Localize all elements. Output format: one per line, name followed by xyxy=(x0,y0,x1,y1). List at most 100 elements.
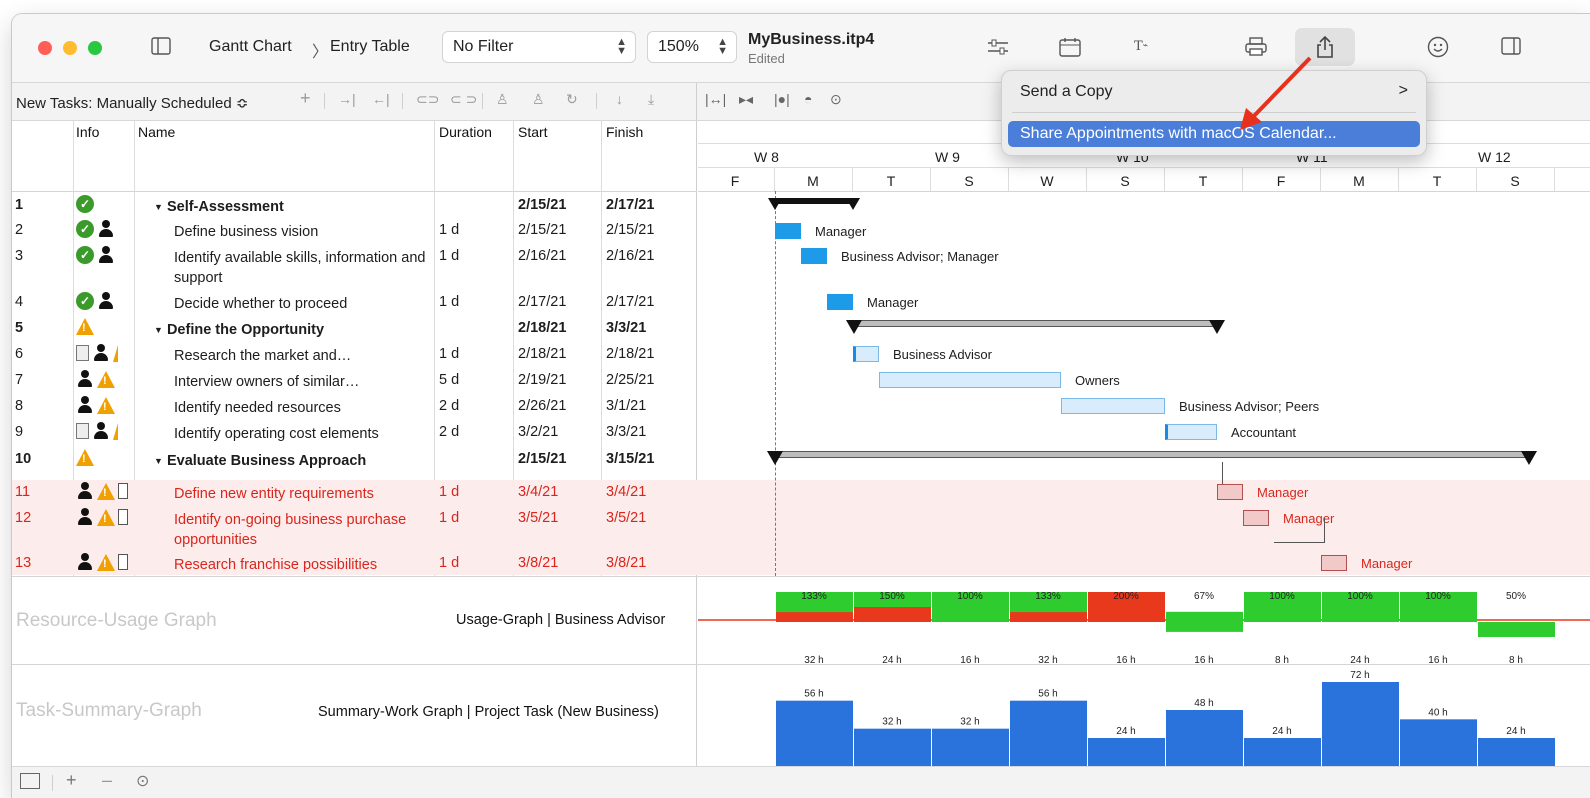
critical-task-bar[interactable] xyxy=(1321,555,1347,571)
unlink-icon[interactable]: ⊂ ⊃ xyxy=(450,91,477,108)
usage-hours-label: 16 h xyxy=(1116,655,1135,664)
person-icon xyxy=(76,553,94,571)
breadcrumb-table[interactable]: Entry Table xyxy=(330,38,410,56)
info-icons: ✓ xyxy=(76,220,115,238)
task-duration: 2 d xyxy=(439,398,460,414)
table-header: Info Name Duration Start Finish xyxy=(12,121,696,192)
fit-width-icon[interactable]: |↔| xyxy=(705,91,726,107)
column-header-duration[interactable]: Duration xyxy=(439,124,492,140)
move-down-icon[interactable]: ↓ xyxy=(616,91,623,107)
task-summary-graph-label: Task-Summary-Graph xyxy=(16,700,202,721)
calendar-icon[interactable] xyxy=(1058,36,1082,58)
usage-graph-title[interactable]: Usage-Graph | Business Advisor xyxy=(456,612,665,628)
pane-divider[interactable] xyxy=(696,121,697,766)
task-start: 2/18/21 xyxy=(518,346,567,362)
add-icon[interactable]: + xyxy=(66,770,77,791)
menu-item-share-calendar[interactable]: Share Appointments with macOS Calendar..… xyxy=(1008,121,1420,147)
shrink-icon[interactable]: ▸◂ xyxy=(739,91,753,108)
summary-bar[interactable] xyxy=(853,320,1217,327)
usage-percent-label: 50% xyxy=(1506,591,1526,602)
task-duration: 5 d xyxy=(439,372,460,388)
more-options-icon[interactable]: ⊙ xyxy=(136,771,149,791)
menu-item-send-copy[interactable]: Send a Copy xyxy=(1020,83,1113,101)
task-name: ▼ Evaluate Business Approach xyxy=(154,453,367,469)
task-start: 2/16/21 xyxy=(518,248,567,264)
center-today-icon[interactable]: |●| xyxy=(774,91,790,107)
day-label: S xyxy=(1510,173,1520,189)
outdent-icon[interactable]: ←| xyxy=(372,91,390,107)
summary-hours-label: 56 h xyxy=(804,689,823,700)
chevron-right-icon: > xyxy=(1398,82,1408,99)
remove-icon[interactable]: – xyxy=(102,770,112,791)
column-header-start[interactable]: Start xyxy=(518,124,548,140)
summary-hours-label: 24 h xyxy=(1272,726,1291,737)
resource-label: Owners xyxy=(1075,373,1120,388)
summary-graph-title[interactable]: Summary-Work Graph | Project Task (New B… xyxy=(318,704,659,720)
reschedule-icon[interactable]: ↻ xyxy=(566,91,578,108)
layout-toggle-icon[interactable] xyxy=(20,773,40,789)
task-name: Define business vision xyxy=(174,224,319,240)
task-bar[interactable] xyxy=(801,248,827,264)
inspector-panel-icon[interactable] xyxy=(1500,36,1522,56)
task-bar[interactable] xyxy=(827,294,853,310)
minimize-window-button[interactable] xyxy=(63,41,77,55)
day-label: T xyxy=(1198,173,1208,189)
link-icon[interactable]: ⊂⊃ xyxy=(416,91,439,108)
new-tasks-mode-select[interactable]: New Tasks: Manually Scheduled ≎ xyxy=(16,94,248,112)
critical-task-bar[interactable] xyxy=(1217,484,1243,500)
sidebar-toggle-icon[interactable] xyxy=(150,36,172,56)
document-title: MyBusiness.itp4 xyxy=(748,31,875,48)
text-style-icon[interactable]: T ⌁ xyxy=(1128,34,1154,58)
assign-resource-icon[interactable]: ♙ xyxy=(496,91,509,108)
summary-hours-label: 72 h xyxy=(1350,670,1369,681)
add-task-icon[interactable]: + xyxy=(300,88,311,109)
task-bar[interactable] xyxy=(853,346,879,362)
close-window-button[interactable] xyxy=(38,41,52,55)
critical-task-bar[interactable] xyxy=(1243,510,1269,526)
person-icon xyxy=(92,422,110,440)
task-finish: 3/3/21 xyxy=(606,320,647,336)
summary-bar[interactable] xyxy=(775,451,1529,458)
task-bar[interactable] xyxy=(1061,398,1165,414)
usage-bar-overallocated xyxy=(776,612,853,622)
more-options-icon[interactable]: ⊙ xyxy=(830,91,842,108)
inspector-sliders-icon[interactable] xyxy=(986,36,1010,58)
warning-icon: ! xyxy=(97,508,115,526)
warning-icon: ! xyxy=(97,370,115,388)
indent-icon[interactable]: →| xyxy=(338,91,356,107)
calendar-doc-icon xyxy=(118,483,128,499)
task-summary-chart: 56 h 32 h 32 h 56 h 24 h 48 h 24 h 72 h 40 h 24 h xyxy=(776,670,1555,766)
task-name: Identify operating cost elements xyxy=(174,426,379,442)
task-name: Research the market and… xyxy=(174,348,352,364)
task-bar[interactable] xyxy=(879,372,1061,388)
share-menu: Send a Copy > Share Appointments with ma… xyxy=(1001,70,1427,156)
column-header-name[interactable]: Name xyxy=(138,124,175,140)
summary-bar xyxy=(1322,682,1399,766)
note-icon xyxy=(76,345,89,361)
task-bar[interactable] xyxy=(1165,424,1217,440)
row-number: 8 xyxy=(15,398,24,414)
summary-bar xyxy=(1166,710,1243,766)
info-icons: ! xyxy=(76,396,115,414)
smiley-feedback-icon[interactable] xyxy=(1426,35,1450,59)
summary-bar xyxy=(1478,738,1555,766)
task-name: Identify on-going business purchase oppo… xyxy=(174,512,407,548)
column-header-info[interactable]: Info xyxy=(76,124,99,140)
level-resource-icon[interactable]: ♙ xyxy=(532,91,545,108)
warning-icon: ! xyxy=(97,396,115,414)
summary-bar[interactable] xyxy=(775,198,853,204)
filter-select[interactable]: No Filter ▲ ▼ xyxy=(442,31,636,63)
info-icons: ! xyxy=(76,553,128,571)
task-name: Identify needed resources xyxy=(174,400,341,416)
baseline-icon[interactable]: ◓ xyxy=(804,91,812,107)
menu-divider xyxy=(1012,112,1416,113)
summary-hours-label: 40 h xyxy=(1428,707,1447,718)
zoom-select[interactable]: 150% ▲ ▼ xyxy=(647,31,737,63)
breadcrumb-view[interactable]: Gantt Chart xyxy=(209,38,292,56)
task-bar[interactable] xyxy=(775,223,801,239)
import-icon[interactable]: ⤓ xyxy=(648,91,654,108)
resource-usage-graph-label: Resource-Usage Graph xyxy=(16,610,217,631)
zoom-window-button[interactable] xyxy=(88,41,102,55)
task-finish: 2/18/21 xyxy=(606,346,655,362)
column-header-finish[interactable]: Finish xyxy=(606,124,643,140)
